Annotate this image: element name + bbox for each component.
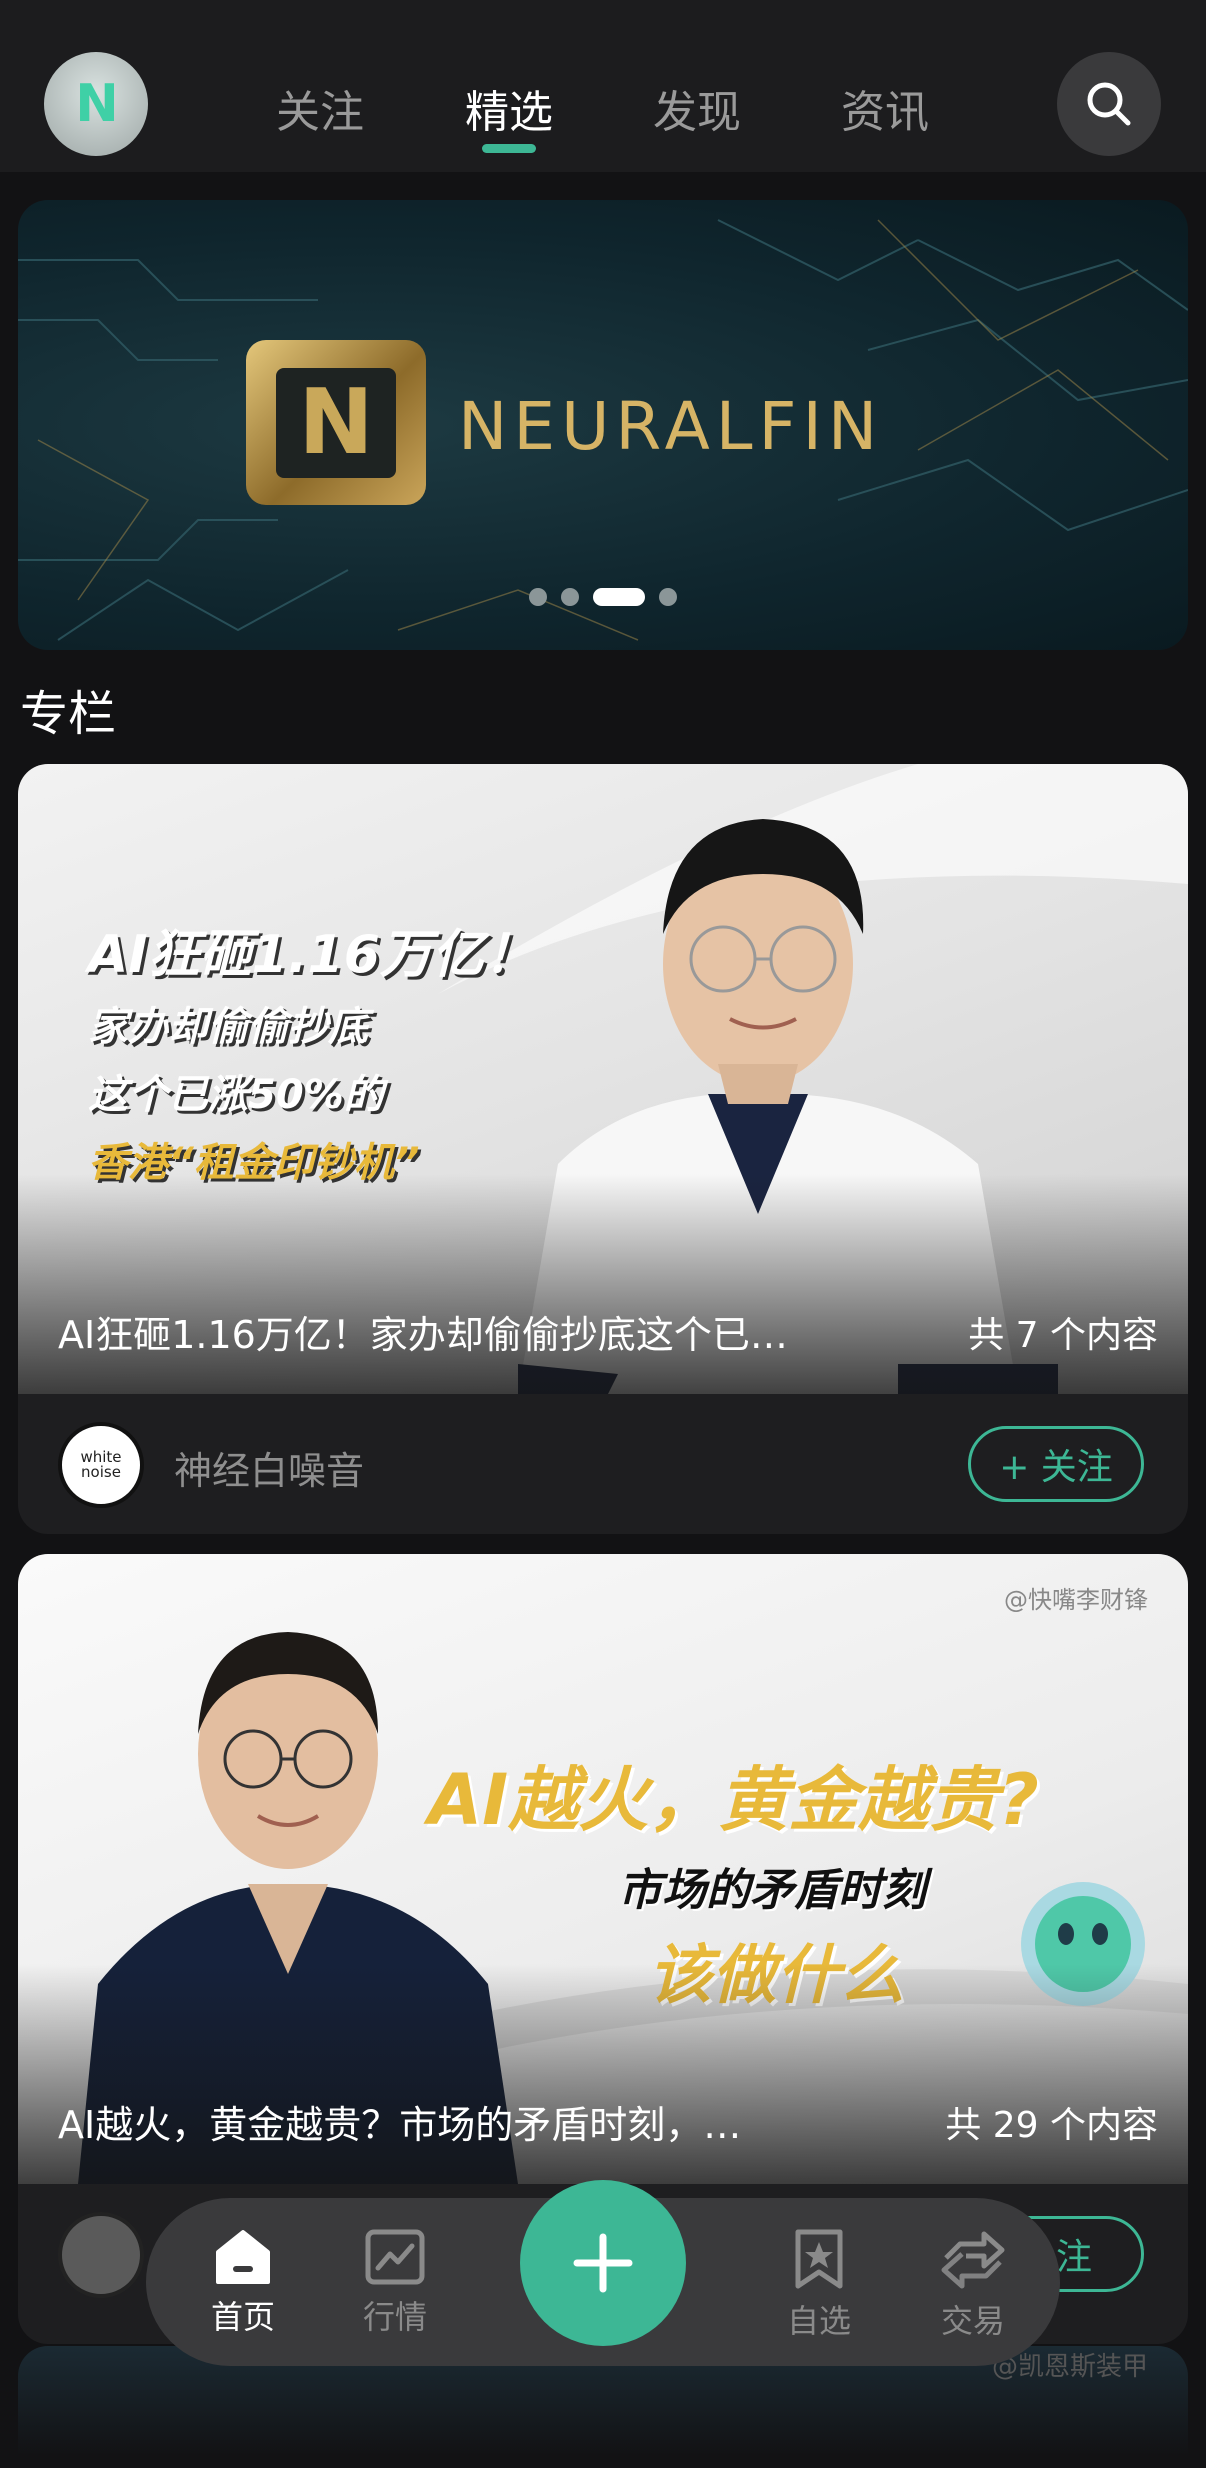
author-avatar[interactable] (58, 2212, 144, 2298)
thumbnail-shade (18, 1174, 1188, 1394)
carousel-dot[interactable] (561, 588, 579, 606)
column-card[interactable]: AI狂砸1.16万亿！ 家办却偷偷抄底 这个已涨50%的 香港“租金印钞机” A… (18, 764, 1188, 1534)
banner-carousel[interactable]: N NEURALFIN (18, 200, 1188, 650)
overlay-line: 市场的矛盾时刻 (618, 1865, 926, 1916)
tab-news[interactable]: 资讯 (841, 76, 929, 140)
card-caption: AI越火，黄金越贵？市场的矛盾时刻，… 共 29 个内容 (58, 2094, 1158, 2149)
tab-discover[interactable]: 发现 (653, 76, 741, 140)
nav-trade[interactable]: 交易 (918, 2228, 1028, 2342)
swap-icon (941, 2231, 1005, 2289)
carousel-indicator (18, 588, 1188, 606)
top-tabs: 关注 精选 发现 资讯 (0, 0, 1206, 172)
card-title: AI越火，黄金越贵？市场的矛盾时刻，… (58, 2103, 742, 2147)
card-footer: white noise 神经白噪音 + 关注 (18, 1394, 1188, 1534)
nav-home[interactable]: 首页 (188, 2228, 298, 2338)
carousel-dot[interactable] (529, 588, 547, 606)
nav-label: 自选 (786, 2302, 851, 2340)
nav-watchlist[interactable]: 自选 (764, 2228, 874, 2342)
follow-button[interactable]: + 关注 (968, 1426, 1144, 1502)
overlay-headline: AI越火，黄金越贵? (428, 1759, 1039, 1841)
thumbnail-shade (18, 1964, 1188, 2184)
bookmark-star-icon (795, 2229, 843, 2289)
nav-market[interactable]: 行情 (340, 2228, 450, 2338)
carousel-dot-active[interactable] (593, 588, 645, 606)
card-caption: AI狂砸1.16万亿！家办却偷偷抄底这个已… 共 7 个内容 (58, 1304, 1158, 1359)
section-title: 专栏 (20, 686, 117, 742)
active-tab-indicator (482, 144, 536, 153)
brand-logo-letter: N (276, 367, 396, 478)
card-thumbnail: @快嘴李财锋 AI越火，黄金越贵? 市场的矛盾时刻 该做什么 AI越火，黄金越贵… (18, 1554, 1188, 2184)
plus-icon (573, 2233, 633, 2293)
brand-name: NEURALFIN (458, 388, 884, 465)
tab-follow[interactable]: 关注 (276, 76, 364, 140)
nav-label: 交易 (940, 2302, 1005, 2340)
nav-label: 行情 (362, 2298, 427, 2336)
author-name[interactable]: 神经白噪音 (174, 1440, 364, 1495)
overlay-headline: AI狂砸1.16万亿！ (88, 925, 536, 985)
nav-label: 首页 (210, 2298, 275, 2336)
chart-icon (365, 2229, 425, 2285)
home-icon (216, 2230, 270, 2284)
card-title: AI狂砸1.16万亿！家办却偷偷抄底这个已… (58, 1313, 788, 1357)
content-count: 共 29 个内容 (945, 2104, 1158, 2146)
author-avatar[interactable]: white noise (58, 1422, 144, 1508)
watermark: @快嘴李财锋 (1004, 1586, 1148, 1614)
search-icon (1087, 82, 1131, 126)
brand-logo: N (246, 340, 426, 505)
overlay-line: 家办却偷偷抄底 (88, 1004, 368, 1050)
create-post-button[interactable] (520, 2180, 686, 2346)
card-thumbnail: AI狂砸1.16万亿！ 家办却偷偷抄底 这个已涨50%的 香港“租金印钞机” A… (18, 764, 1188, 1394)
search-button[interactable] (1057, 52, 1161, 156)
carousel-dot[interactable] (659, 588, 677, 606)
overlay-line: 这个已涨50%的 (88, 1072, 384, 1118)
tab-featured[interactable]: 精选 (465, 76, 553, 140)
top-bar: N 关注 精选 发现 资讯 (0, 0, 1206, 172)
content-count: 共 7 个内容 (968, 1314, 1158, 1356)
